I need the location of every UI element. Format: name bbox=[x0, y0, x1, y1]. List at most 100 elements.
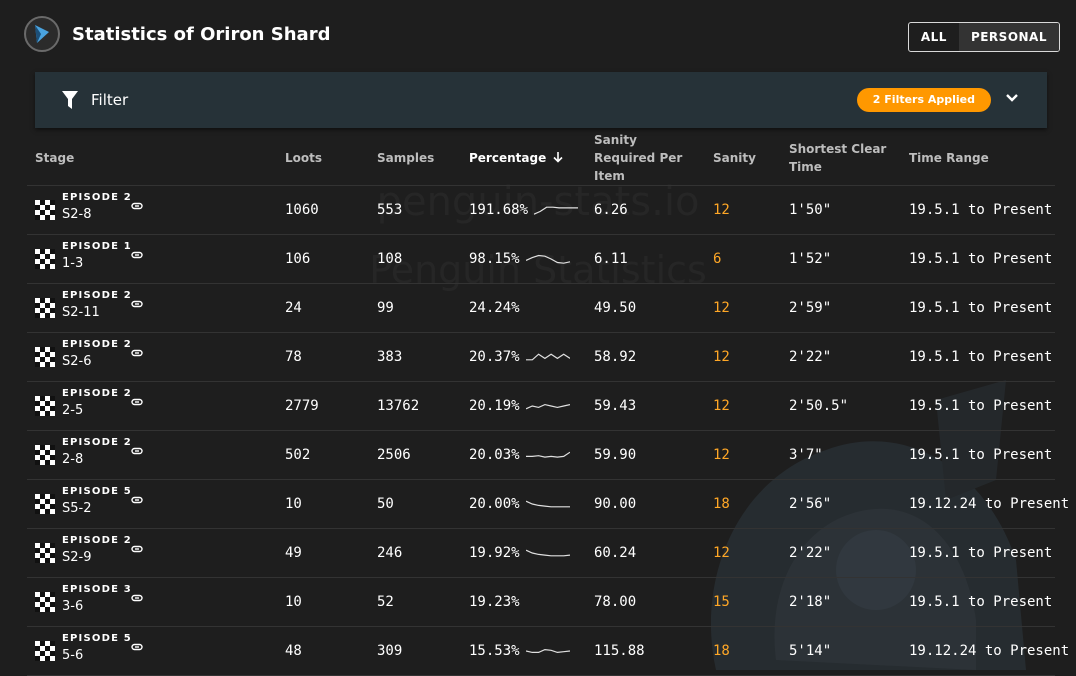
link-icon[interactable] bbox=[131, 394, 143, 410]
sanity-per-item-value: 59.43 bbox=[594, 398, 637, 414]
stage-cell[interactable]: EPISODE 1 1-3 bbox=[35, 235, 269, 283]
column-header-samples[interactable]: Samples bbox=[369, 131, 461, 186]
table-row[interactable]: EPISODE 5 S5-2 10 50 20.00% 90.00 18 2'56" 19.12… bbox=[27, 479, 1070, 529]
trend-sparkline bbox=[525, 500, 570, 508]
stage-code: 2-5 bbox=[62, 403, 84, 418]
table-row[interactable]: EPISODE 2 S2-9 49 246 19.92% 60.24 12 2'22" 19.5… bbox=[27, 528, 1055, 578]
stage-episode: EPISODE 2 bbox=[62, 535, 132, 546]
stage-cell[interactable]: EPISODE 2 S2-8 bbox=[35, 186, 269, 234]
table-row[interactable]: EPISODE 2 S2-6 78 383 20.37% 58.92 12 2'22" 19.5… bbox=[27, 332, 1055, 382]
sanity-value: 12 bbox=[713, 545, 730, 561]
link-icon[interactable] bbox=[131, 541, 143, 557]
link-icon[interactable] bbox=[131, 443, 143, 459]
samples-value: 309 bbox=[377, 643, 403, 659]
column-header-percentage[interactable]: Percentage bbox=[461, 131, 586, 186]
sanity-per-item-value: 90.00 bbox=[594, 496, 637, 512]
stage-episode: EPISODE 3 bbox=[62, 584, 132, 595]
table-row[interactable]: EPISODE 3 3-6 10 52 19.23% 78.00 15 2'18" 19.5.1… bbox=[27, 577, 1055, 627]
clear-time-value: 2'22" bbox=[789, 349, 832, 365]
table-row[interactable]: EPISODE 2 S2-11 24 99 24.24% 49.50 12 2'59" 19.5… bbox=[27, 283, 1055, 333]
link-icon[interactable] bbox=[131, 492, 143, 508]
time-range-value: 19.5.1 to Present bbox=[909, 545, 1053, 561]
percentage-cell: 19.92% bbox=[469, 544, 578, 562]
table-row[interactable]: EPISODE 5 5-6 48 309 15.53% 115.88 18 5'14" 19.1… bbox=[27, 626, 1069, 676]
toggle-all-button[interactable]: ALL bbox=[909, 23, 959, 51]
column-header-sanity-per-item[interactable]: Sanity Required Per Item bbox=[586, 131, 705, 186]
stage-flag-icon bbox=[35, 641, 55, 661]
loots-value: 48 bbox=[285, 643, 302, 659]
sparkline-path bbox=[525, 254, 570, 264]
link-icon[interactable] bbox=[131, 198, 143, 214]
sanity-value: 12 bbox=[713, 398, 730, 414]
link-icon[interactable] bbox=[131, 247, 143, 263]
stage-episode: EPISODE 5 bbox=[62, 633, 132, 644]
time-range-value: 19.5.1 to Present bbox=[909, 447, 1053, 463]
samples-value: 553 bbox=[377, 202, 403, 218]
sparkline-path bbox=[525, 500, 570, 508]
sanity-per-item-value: 78.00 bbox=[594, 594, 637, 610]
stage-cell[interactable]: EPISODE 5 S5-2 bbox=[35, 480, 269, 528]
link-icon[interactable] bbox=[131, 345, 143, 361]
stage-cell[interactable]: EPISODE 2 2-5 bbox=[35, 382, 269, 430]
sanity-per-item-value: 6.26 bbox=[594, 202, 628, 218]
column-header-clear-time[interactable]: Shortest Clear Time bbox=[781, 131, 901, 186]
stage-code: S5-2 bbox=[62, 501, 92, 516]
stage-code: 1-3 bbox=[62, 256, 84, 271]
stage-code: S2-9 bbox=[62, 550, 92, 565]
loots-value: 1060 bbox=[285, 202, 319, 218]
stage-cell[interactable]: EPISODE 3 3-6 bbox=[35, 578, 269, 626]
stage-episode: EPISODE 2 bbox=[62, 388, 132, 399]
sparkline-path bbox=[525, 549, 570, 557]
link-icon[interactable] bbox=[131, 639, 143, 655]
stage-episode: EPISODE 2 bbox=[62, 339, 132, 350]
table-row[interactable]: EPISODE 2 2-8 502 2506 20.03% 59.90 12 3'7" 19.5… bbox=[27, 430, 1055, 480]
column-header-stage[interactable]: Stage bbox=[27, 131, 277, 186]
stage-flag-icon bbox=[35, 494, 55, 514]
filter-panel-header[interactable]: Filter 2 Filters Applied bbox=[35, 72, 1047, 128]
loots-value: 49 bbox=[285, 545, 302, 561]
table-row[interactable]: EPISODE 2 2-5 2779 13762 20.19% 59.43 12 2'50.5… bbox=[27, 381, 1055, 431]
clear-time-value: 3'7" bbox=[789, 447, 823, 463]
percentage-value: 20.19% bbox=[469, 398, 520, 414]
stage-code: 5-6 bbox=[62, 648, 84, 663]
link-icon[interactable] bbox=[131, 590, 143, 606]
table-row[interactable]: EPISODE 2 S2-8 1060 553 191.68% 6.26 12 1'50" 19… bbox=[27, 185, 1055, 235]
stage-flag-icon bbox=[35, 543, 55, 563]
stage-flag-icon bbox=[35, 200, 55, 220]
samples-value: 52 bbox=[377, 594, 394, 610]
sanity-value: 18 bbox=[713, 643, 730, 659]
stage-episode: EPISODE 2 bbox=[62, 290, 132, 301]
stage-episode: EPISODE 5 bbox=[62, 486, 132, 497]
time-range-value: 19.12.24 to Present bbox=[909, 496, 1070, 512]
stage-code: 2-8 bbox=[62, 452, 84, 467]
column-header-time-range[interactable]: Time Range bbox=[901, 131, 1055, 186]
page-title: Statistics of Oriron Shard bbox=[72, 24, 331, 45]
percentage-cell: 20.19% bbox=[469, 397, 578, 415]
stage-flag-icon bbox=[35, 298, 55, 318]
stage-flag-icon bbox=[35, 347, 55, 367]
stage-cell[interactable]: EPISODE 5 5-6 bbox=[35, 627, 269, 675]
stage-flag-icon bbox=[35, 396, 55, 416]
table-row[interactable]: EPISODE 1 1-3 106 108 98.15% 6.11 6 1'52" 19.5.1… bbox=[27, 234, 1055, 284]
chevron-down-icon[interactable] bbox=[1005, 93, 1019, 103]
column-header-sanity[interactable]: Sanity bbox=[705, 131, 781, 186]
percentage-value: 20.37% bbox=[469, 349, 520, 365]
sanity-value: 12 bbox=[713, 300, 730, 316]
trend-sparkline bbox=[525, 648, 570, 654]
stage-flag-icon bbox=[35, 445, 55, 465]
percentage-cell: 19.23% bbox=[469, 593, 578, 611]
stage-cell[interactable]: EPISODE 2 S2-11 bbox=[35, 284, 269, 332]
time-range-value: 19.5.1 to Present bbox=[909, 251, 1053, 267]
stage-cell[interactable]: EPISODE 2 S2-6 bbox=[35, 333, 269, 381]
clear-time-value: 1'52" bbox=[789, 251, 832, 267]
sanity-per-item-value: 115.88 bbox=[594, 643, 645, 659]
toggle-personal-button[interactable]: PERSONAL bbox=[958, 23, 1059, 51]
samples-value: 50 bbox=[377, 496, 394, 512]
table-header-row: Stage Loots Samples Percentage Sanity Re… bbox=[27, 131, 1055, 186]
stage-cell[interactable]: EPISODE 2 S2-9 bbox=[35, 529, 269, 577]
link-icon[interactable] bbox=[131, 296, 143, 312]
loots-value: 78 bbox=[285, 349, 302, 365]
column-header-loots[interactable]: Loots bbox=[277, 131, 369, 186]
stage-cell[interactable]: EPISODE 2 2-8 bbox=[35, 431, 269, 479]
filters-applied-badge: 2 Filters Applied bbox=[856, 88, 991, 112]
